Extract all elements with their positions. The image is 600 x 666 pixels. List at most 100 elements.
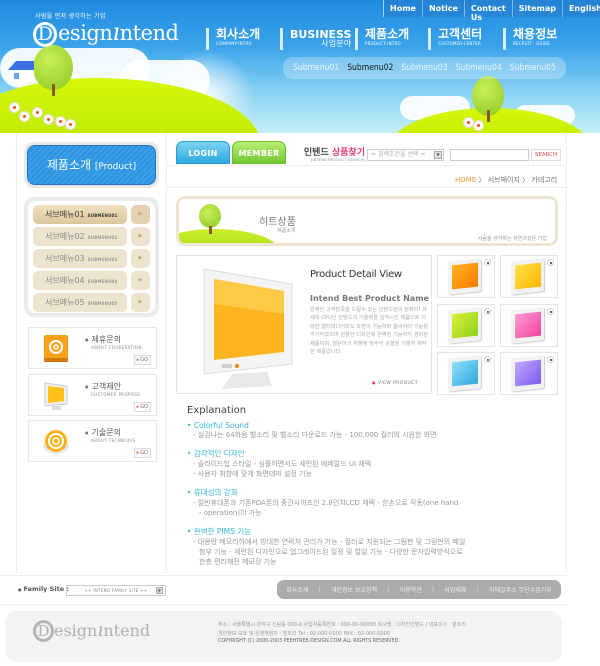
arrow-right-icon[interactable]: ▶: [130, 293, 150, 312]
banner-tagline: 사람을 생각하는 자연과같은 기업: [477, 236, 547, 242]
sidebar-item-label: 서브메뉴03 SUBMENU03: [33, 249, 127, 268]
gnb-sublabel: RECRUIT · GUIDE: [513, 41, 551, 46]
sidebar-item-04[interactable]: 서브메뉴04 SUBMENU04 ▶: [33, 271, 150, 290]
footer-link-privacy[interactable]: 개인정보 보호정책: [331, 585, 377, 594]
top-link-sitemap[interactable]: Sitemap: [511, 0, 562, 17]
quick-propose[interactable]: 고객제안 CUSTOMER PROPOSE GO: [28, 374, 157, 416]
top-links: Home Notice Contact Us Sitemap English: [383, 0, 600, 22]
product-search-title: 인텐드 상품찾기 [INTEND PRODUCT SEARCH]: [303, 148, 365, 162]
gnb-product[interactable]: 제품소개 PRODUCT-INTRO: [355, 28, 409, 50]
arrow-right-icon[interactable]: ▶: [130, 249, 150, 268]
quick-cooperation[interactable]: 제휴문의 ABOUT COOPERATION GO: [28, 327, 157, 369]
submenu-01[interactable]: Submenu01: [293, 63, 339, 73]
feature-title: 완벽한 PIMS 기능: [187, 526, 562, 537]
explanation: Explanation Colorful Sound - 실감나는 64화음 벨…: [187, 405, 562, 567]
feature-title: 휴대성의 강화: [187, 487, 562, 498]
submenu-03[interactable]: Submenu03: [401, 63, 447, 73]
gnb-recruit[interactable]: 채용정보 RECRUIT · GUIDE: [503, 28, 557, 50]
footer-link-company[interactable]: 회사소개: [286, 585, 308, 594]
thumbnail-blue[interactable]: [437, 352, 495, 395]
sidebar-item-03[interactable]: 서브메뉴03 SUBMENU03 ▶: [33, 249, 150, 268]
gnb-sublabel: CUSTOMER-CENTER: [438, 41, 481, 46]
feature-line: - 일반휴대폰과 기존PDA폰의 중간사이즈인 2.8인치LCD 채택 - 한손…: [193, 499, 459, 507]
sidebar-item-05[interactable]: 서브메뉴05 SUBMENU05 ▶: [33, 293, 150, 312]
view-product-button[interactable]: VIEW PRODUCT: [372, 380, 418, 386]
monitor-icon: [44, 382, 68, 410]
arrow-right-icon[interactable]: ▶: [130, 205, 150, 224]
hill: [179, 229, 279, 243]
footer-link-email-refusal[interactable]: 이메일주소 무단수집거부: [489, 585, 552, 594]
go-button[interactable]: GO: [133, 402, 151, 412]
gnb-label: 제품소개: [365, 27, 410, 41]
breadcrumb-home[interactable]: HOME: [455, 176, 476, 184]
sidebar-item-01[interactable]: 서브메뉴01 SUBMENU01 ▶: [33, 205, 150, 224]
address-book-icon: [44, 335, 68, 362]
zoom-icon[interactable]: [484, 308, 491, 315]
footer-nav: 회사소개 | 개인정보 보호정책 | 이용약관 | 사업제휴 | 이메일주소 무단수집거…: [277, 580, 561, 599]
feature-title: 감각적인 디자인: [187, 448, 562, 459]
zoom-icon[interactable]: [547, 308, 554, 315]
zoom-icon[interactable]: [547, 356, 554, 363]
gnb-business[interactable]: BUSINESS 사업분야: [280, 28, 351, 50]
submenu-05[interactable]: Submenu05: [510, 63, 556, 73]
go-button[interactable]: GO: [133, 355, 151, 365]
submenu-04[interactable]: Submenu04: [456, 63, 502, 73]
arrow-right-icon[interactable]: ▶: [130, 227, 150, 246]
sidebar-item-label: 서브메뉴01 SUBMENU01: [33, 205, 127, 224]
at-sign-icon: [43, 430, 69, 454]
product-detail: Product Detail View Intend Best Product …: [176, 255, 432, 394]
family-site-label: Family Site :: [18, 585, 69, 593]
search-condition-select[interactable]: = 검색조건을 선택 = ▼: [367, 149, 444, 161]
tree: [199, 204, 221, 228]
gnb-label: 고객센터: [438, 27, 483, 41]
zoom-icon[interactable]: [484, 356, 491, 363]
logo-text2: ntend: [119, 21, 179, 45]
thumbnail-green[interactable]: [437, 304, 495, 347]
section-title-en: [Product]: [94, 162, 137, 172]
top-link-contact[interactable]: Contact Us: [463, 0, 512, 22]
thumbnail-purple[interactable]: [500, 352, 558, 395]
feature-line: 첨부 기능 - 세련된 디자인으로 업그레이드된 일정 및 할일 기능 - 다양…: [199, 548, 463, 556]
banner-title: 히트상품: [259, 217, 296, 228]
footer-link-terms[interactable]: 이용약관: [400, 585, 422, 594]
logo[interactable]: Designıntend: [33, 18, 179, 47]
gnb-customer[interactable]: 고객센터 CUSTOMER-CENTER: [428, 28, 482, 50]
section-title-inner: 제품소개 [Product]: [27, 145, 156, 185]
divider: [0, 604, 567, 605]
section-title-ko: 제품소개: [46, 158, 92, 172]
member-button[interactable]: MEMBER: [232, 141, 286, 164]
search-button[interactable]: SEARCH: [531, 149, 561, 161]
top-link-english[interactable]: English: [561, 0, 600, 17]
zoom-icon[interactable]: [547, 259, 554, 266]
search-input[interactable]: [450, 149, 529, 161]
footer-logo: Designıntend: [33, 619, 150, 642]
divider: [167, 165, 566, 166]
product-description: 완벽한 고객만족을 드릴수 있는 인텐드만의 컴퓨터! 차세대 CPU인 인텐드…: [310, 307, 429, 356]
divider: [167, 187, 566, 188]
quick-technique[interactable]: 기술문의 ABOUT TECHNIQUE GO: [28, 420, 157, 462]
feature-line: - operation)이 가능: [199, 509, 262, 517]
top-link-notice[interactable]: Notice: [421, 0, 464, 17]
zoom-icon[interactable]: [484, 259, 491, 266]
family-site-select[interactable]: ++ INTEND FAMILY SITE ++ ▼: [66, 585, 166, 596]
breadcrumb-subpage[interactable]: 서브페이지: [488, 176, 520, 184]
flower: [20, 112, 29, 121]
thumbnail-yellow[interactable]: [500, 255, 558, 298]
logo-d: D: [33, 22, 57, 47]
tree-trunk: [52, 84, 55, 96]
quick-title: 기술문의: [85, 427, 121, 438]
arrow-right-icon[interactable]: ▶: [130, 271, 150, 290]
product-detail-title: Product Detail View: [310, 269, 402, 280]
product-name: Intend Best Product Name: [310, 294, 429, 303]
gnb-company[interactable]: 회사소개 COMPANY-INTRO: [206, 28, 260, 50]
submenu-02[interactable]: Submenu02: [347, 63, 393, 73]
thumbnail-pink[interactable]: [500, 304, 558, 347]
footer-link-partnership[interactable]: 사업제휴: [444, 585, 466, 594]
top-link-home[interactable]: Home: [384, 0, 422, 17]
go-button[interactable]: GO: [133, 448, 151, 458]
feature-title: Colorful Sound: [187, 421, 562, 430]
sidebar-item-02[interactable]: 서브메뉴02 SUBMENU02 ▶: [33, 227, 150, 246]
thumbnail-orange[interactable]: [437, 255, 495, 298]
login-button[interactable]: LOGIN: [176, 141, 230, 164]
logo-i: ı: [112, 18, 120, 46]
